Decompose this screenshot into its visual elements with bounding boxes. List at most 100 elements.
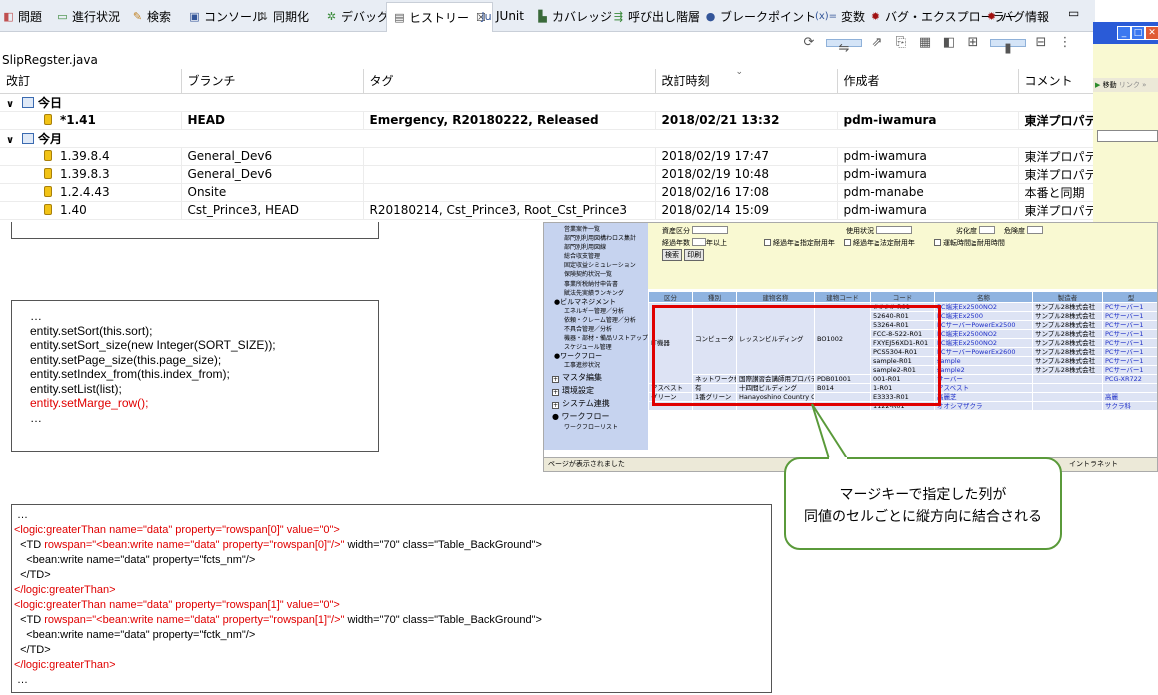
result-cell-text: サンプル28株式会社 [1035, 303, 1096, 311]
checkbox[interactable] [934, 239, 941, 246]
ie-input-box[interactable] [1097, 130, 1158, 142]
highlighted-code: rowspan="<bean:write name="data" propert… [44, 614, 345, 626]
column-header[interactable]: コメント [1018, 69, 1095, 94]
go-button-label[interactable]: 移動 [1103, 81, 1117, 89]
date-group-row[interactable]: ∨ 今日 [0, 93, 1095, 112]
sidebar-menu-item[interactable]: スケジュール管理 [550, 343, 648, 352]
code-line: … [14, 673, 771, 688]
result-cell-text: sample2 [937, 366, 965, 374]
asset-select[interactable] [692, 226, 728, 234]
search-icon: ✎ [132, 9, 143, 23]
sidebar-menu-item[interactable]: 保険契約状況一覧 [550, 270, 648, 279]
maximize-window-icon[interactable]: □ [1131, 26, 1145, 40]
tab-junit[interactable]: Ju JUnit [480, 6, 524, 26]
revision-row[interactable]: *1.41 HEAD Emergency, R20180222, Released 2… [0, 111, 1095, 130]
revision-row[interactable]: 1.39.8.4 General_Dev6 2018/02/19 17:47 pdm-… [0, 147, 1095, 166]
sidebar-menu-item[interactable]: 不具合管理／分析 [550, 325, 648, 334]
go-arrow-icon[interactable]: ▶ [1095, 81, 1100, 89]
revision-cell-time: 2018/02/16 17:08 [655, 183, 838, 202]
years-input[interactable] [692, 238, 706, 246]
revision-cell-comment: 本番と同期 [1018, 183, 1095, 202]
code-line: <bean:write name="data" property="fcts_n… [14, 553, 771, 568]
tab-search[interactable]: ✎ 検索 [131, 6, 171, 26]
tab-bug-info[interactable]: ✹ バグ情報 [985, 6, 1049, 26]
sidebar-menu-item[interactable]: 営業案件一覧 [550, 225, 648, 234]
deterioration-select[interactable] [979, 226, 995, 234]
close-window-icon[interactable]: ✕ [1145, 26, 1158, 40]
sidebar-menu-item[interactable]: 総合収支管理 [550, 252, 648, 261]
usage-select[interactable] [876, 226, 912, 234]
minimize-window-icon[interactable]: _ [1117, 26, 1131, 40]
checkbox[interactable] [844, 239, 851, 246]
remote-revisions-icon[interactable]: ▮ [990, 39, 1026, 56]
sidebar-menu-item[interactable]: ●ワークフロー [550, 352, 648, 361]
pin-icon[interactable]: ⇗ [868, 34, 886, 52]
sidebar-menu-item[interactable]: 部門別利用図線 [550, 243, 648, 252]
compare-mode-icon[interactable]: ⎘ [892, 34, 910, 52]
tab-breakpoint[interactable]: ● ブレークポイント [704, 6, 816, 26]
revision-row[interactable]: 1.40 Cst_Prince3, HEAD R20180214, Cst_Prin… [0, 201, 1095, 220]
revision-row[interactable]: 1.2.4.43 Onsite 2018/02/16 17:08 pdm-manabe… [0, 183, 1095, 202]
tab-debug[interactable]: ✲ デバッグ [325, 6, 389, 26]
sidebar-menu-item[interactable]: ワークフローリスト [550, 423, 648, 432]
link-with-editor-icon[interactable]: ⇋ [826, 39, 862, 56]
sidebar-menu-label: マスタ編集 [562, 372, 602, 382]
sidebar-menu-item[interactable]: エネルギー管理／分析 [550, 307, 648, 316]
local-revisions-icon[interactable]: ◧ [940, 34, 958, 52]
expand-icon[interactable]: + [552, 388, 559, 396]
revision-row[interactable]: 1.39.8.3 General_Dev6 2018/02/19 10:48 pdm-… [0, 165, 1095, 184]
sidebar-menu-item[interactable]: 賦法先実績ランキング [550, 289, 648, 298]
layout-icon[interactable]: ⊞ [964, 34, 982, 52]
check-legal-life[interactable]: 経過年≧法定耐用年 [838, 238, 915, 248]
check-operating-hours[interactable]: 運転時間≧耐用時間 [928, 238, 1005, 248]
print-button[interactable]: 印刷 [684, 249, 705, 261]
result-column-header: コード [870, 291, 935, 303]
expand-icon[interactable]: + [552, 375, 559, 383]
view-menu-icon[interactable]: ⋮ [1056, 34, 1074, 52]
group-by-date-icon[interactable]: ▦ [916, 34, 934, 52]
sidebar-menu-item[interactable]: 依頼・クレーム管理／分析 [550, 316, 648, 325]
tab-call-hierarchy[interactable]: ⇶ 呼び出し階層 [612, 6, 700, 26]
sidebar-menu-item[interactable]: ● ワークフロー [550, 410, 648, 423]
expand-icon[interactable]: + [552, 401, 559, 409]
tab-console[interactable]: ▣ コンソール [188, 6, 264, 26]
minimize-view-button[interactable]: ▭ [1068, 6, 1079, 20]
tab-label: 検索 [147, 9, 172, 24]
sidebar-menu-item[interactable]: ●ビルマネジメント [550, 298, 648, 307]
sidebar-menu-item[interactable]: + マスタ編集 [550, 371, 648, 384]
result-cell: PCサーバーPowerEx2600 [934, 347, 1033, 357]
search-button[interactable]: 検索 [662, 249, 682, 261]
refresh-icon[interactable]: ⟳ [800, 34, 818, 52]
result-cell-text: PC端末Ex2500NO2 [937, 330, 998, 338]
column-header[interactable]: 作成者 [837, 69, 1019, 94]
collapse-all-icon[interactable]: ⊟ [1032, 34, 1050, 52]
chevron-down-icon[interactable]: ∨ [6, 99, 18, 110]
sidebar-menu-item[interactable]: 工事進捗状況 [550, 361, 648, 370]
sidebar-menu-item[interactable]: + システム連携 [550, 397, 648, 410]
chevron-down-icon[interactable]: ∨ [6, 135, 18, 146]
danger-select[interactable] [1027, 226, 1043, 234]
check-designated-life[interactable]: 経過年≧指定耐用年 [758, 238, 835, 248]
tab-synchronize[interactable]: ⇅ 同期化 [257, 6, 309, 26]
bug-explorer-icon: ✹ [870, 9, 881, 23]
sidebar-menu-item[interactable]: 事業所税納付申告書 [550, 280, 648, 289]
links-label[interactable]: リンク » [1119, 81, 1147, 89]
tab-label: JUnit [496, 9, 524, 23]
column-header[interactable]: ブランチ [181, 69, 364, 94]
tab-problems[interactable]: ◧ 問題 [2, 6, 42, 26]
date-group-row[interactable]: ∨ 今月 [0, 129, 1095, 148]
column-header[interactable]: 改訂時刻 ⌄ [655, 67, 838, 94]
sidebar-menu-item[interactable]: 部門別利用図構わロス集計 [550, 234, 648, 243]
tab-history[interactable]: ▤ ヒストリー ☒ [386, 2, 493, 32]
tab-coverage[interactable]: ▙ カバレッジ [536, 6, 612, 26]
sidebar-menu-item[interactable]: 機器・部材・備品リストアップ [550, 334, 648, 343]
column-header[interactable]: 改訂 [0, 69, 182, 94]
tab-progress[interactable]: ▭ 進行状況 [56, 6, 120, 26]
sidebar-menu-item[interactable]: 固定収益シミュレーション [550, 261, 648, 270]
callout-text: マージキーで指定した列が 同値のセルごとに縦方向に結合される [786, 484, 1060, 528]
column-header[interactable]: タグ [363, 69, 656, 94]
checkbox[interactable] [764, 239, 771, 246]
sidebar-menu-item[interactable]: + 環境設定 [550, 384, 648, 397]
years-unit: 年以上 [706, 239, 727, 247]
tab-variables[interactable]: (x)= 変数 [814, 6, 865, 26]
